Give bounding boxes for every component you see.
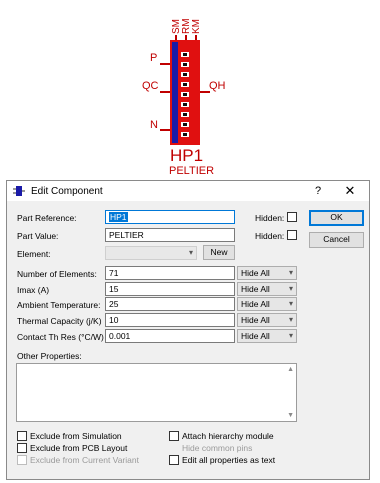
- visibility-value: Hide All: [241, 315, 270, 325]
- property-visibility-imax[interactable]: Hide All ▾: [237, 282, 297, 296]
- exclude-variant-checkbox: [17, 455, 27, 465]
- chevron-down-icon: ▾: [288, 315, 293, 324]
- visibility-value: Hide All: [241, 331, 270, 341]
- scroll-up-icon[interactable]: ▲: [287, 366, 294, 373]
- part-reference-input[interactable]: HP1: [105, 210, 235, 224]
- property-label-ambient: Ambient Temperature:: [17, 300, 101, 310]
- schematic-canvas: SM RM KM P QC N QH HP1 PELTIER: [0, 0, 380, 180]
- pin-label-qc: QC: [142, 80, 159, 92]
- hidden-label-reference: Hidden:: [255, 213, 285, 223]
- property-input-contact-res[interactable]: 0.001: [105, 329, 235, 343]
- help-button[interactable]: ?: [303, 181, 333, 201]
- exclude-simulation-label[interactable]: Exclude from Simulation: [30, 431, 122, 441]
- hidden-value-checkbox[interactable]: [287, 230, 297, 240]
- other-properties-label: Other Properties:: [17, 351, 82, 361]
- part-value-input[interactable]: PELTIER: [105, 228, 235, 242]
- cancel-button[interactable]: Cancel: [309, 232, 364, 248]
- attach-hierarchy-checkbox[interactable]: [169, 431, 179, 441]
- property-label-imax: Imax (A): [17, 285, 50, 295]
- exclude-variant-label: Exclude from Current Variant: [30, 455, 139, 465]
- exclude-simulation-checkbox[interactable]: [17, 431, 27, 441]
- chevron-down-icon: ▾: [288, 284, 293, 293]
- chevron-down-icon: ▾: [288, 331, 293, 340]
- element-label: Element:: [17, 249, 51, 259]
- property-visibility-contact-res[interactable]: Hide All ▾: [237, 329, 297, 343]
- scroll-down-icon[interactable]: ▼: [287, 412, 294, 419]
- part-reference-label: Part Reference:: [17, 213, 77, 223]
- visibility-value: Hide All: [241, 268, 270, 278]
- dialog-title: Edit Component: [31, 185, 103, 197]
- property-visibility-elements[interactable]: Hide All ▾: [237, 266, 297, 280]
- other-properties-textarea[interactable]: ▲ ▼: [16, 363, 297, 422]
- chevron-down-icon: ▾: [188, 248, 193, 257]
- ok-button[interactable]: OK: [309, 210, 364, 226]
- property-input-imax[interactable]: 15: [105, 282, 235, 296]
- component-reference[interactable]: HP1: [170, 146, 203, 166]
- component-value[interactable]: PELTIER: [169, 165, 214, 177]
- element-select[interactable]: ▾: [105, 246, 197, 260]
- exclude-pcb-label[interactable]: Exclude from PCB Layout: [30, 443, 127, 453]
- property-label-contact-res: Contact Th Res (°C/W): [17, 332, 104, 342]
- pin-label-km: KM: [191, 19, 202, 34]
- property-label-elements: Number of Elements:: [17, 269, 97, 279]
- close-button[interactable]: ✕: [335, 181, 365, 201]
- property-input-thermal-capacity[interactable]: 10: [105, 313, 235, 327]
- chevron-down-icon: ▾: [288, 268, 293, 277]
- part-value-label: Part Value:: [17, 231, 59, 241]
- pin-label-qh: QH: [209, 80, 226, 92]
- edit-all-text-label[interactable]: Edit all properties as text: [182, 455, 275, 465]
- attach-hierarchy-label[interactable]: Attach hierarchy module: [182, 431, 274, 441]
- property-label-thermal-capacity: Thermal Capacity (j/K): [17, 316, 102, 326]
- property-input-ambient[interactable]: 25: [105, 297, 235, 311]
- property-visibility-thermal-capacity[interactable]: Hide All ▾: [237, 313, 297, 327]
- new-element-button[interactable]: New: [203, 245, 235, 260]
- pin-label-n: N: [150, 119, 158, 131]
- hide-common-pins-label: Hide common pins: [182, 443, 253, 453]
- exclude-pcb-checkbox[interactable]: [17, 443, 27, 453]
- property-input-elements[interactable]: 71: [105, 266, 235, 280]
- part-reference-value: HP1: [109, 212, 128, 222]
- hidden-label-value: Hidden:: [255, 231, 285, 241]
- visibility-value: Hide All: [241, 284, 270, 294]
- edit-component-dialog: Edit Component ? ✕ Part Reference: HP1 H…: [6, 180, 370, 480]
- pin-label-p: P: [150, 52, 158, 64]
- property-visibility-ambient[interactable]: Hide All ▾: [237, 297, 297, 311]
- visibility-value: Hide All: [241, 299, 270, 309]
- component-icon: [13, 186, 25, 196]
- chevron-down-icon: ▾: [288, 299, 293, 308]
- edit-all-text-checkbox[interactable]: [169, 455, 179, 465]
- dialog-titlebar[interactable]: Edit Component ? ✕: [7, 181, 369, 201]
- hidden-reference-checkbox[interactable]: [287, 212, 297, 222]
